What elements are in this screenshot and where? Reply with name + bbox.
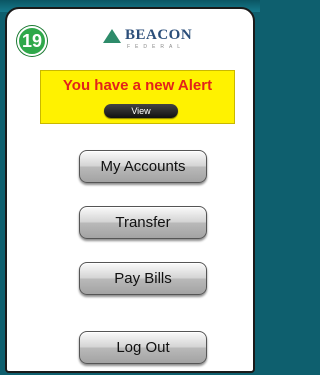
transfer-button[interactable]: Transfer (79, 206, 207, 239)
step-number-badge: 19 (17, 26, 47, 56)
beacon-federal-logo: BEACON FEDERAL (103, 27, 203, 51)
alert-banner: You have a new Alert View (40, 70, 235, 124)
logo-mark-icon (103, 29, 121, 43)
alert-message: You have a new Alert (62, 77, 213, 94)
app-screen: 19 BEACON FEDERAL You have a new Alert V… (5, 7, 255, 373)
logo-name: BEACON (125, 27, 193, 43)
my-accounts-button[interactable]: My Accounts (79, 150, 207, 183)
logo-subtitle: FEDERAL (127, 44, 186, 50)
view-alert-button[interactable]: View (104, 104, 178, 118)
log-out-button[interactable]: Log Out (79, 331, 207, 364)
pay-bills-button[interactable]: Pay Bills (79, 262, 207, 295)
